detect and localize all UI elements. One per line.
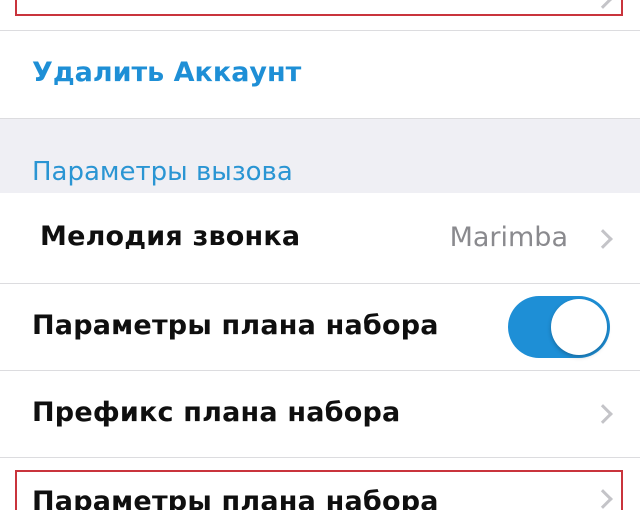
dial-plan-settings-detail-row[interactable]: Параметры плана набора	[0, 458, 640, 510]
dial-plan-prefix-row[interactable]: Префикс плана набора	[0, 371, 640, 457]
dial-plan-settings-label: Параметры плана набора	[32, 310, 439, 341]
dial-plan-settings-detail-label: Параметры плана набора	[32, 486, 439, 510]
chevron-right-icon	[593, 229, 613, 249]
dial-plan-settings-toggle[interactable]	[508, 296, 610, 358]
toggle-knob	[551, 299, 607, 355]
ringtone-row[interactable]: Мелодия звонка Marimba	[0, 193, 640, 283]
ringtone-value: Marimba	[449, 222, 568, 253]
chevron-right-icon	[593, 404, 613, 424]
ringtone-label: Мелодия звонка	[40, 221, 301, 252]
delete-account-link[interactable]: Удалить Аккаунт	[32, 57, 301, 88]
top-partial-row[interactable]	[0, 0, 640, 30]
settings-screen: Удалить Аккаунт Параметры вызова Мелодия…	[0, 0, 640, 510]
section-title: Параметры вызова	[32, 157, 293, 187]
dial-plan-prefix-label: Префикс плана набора	[32, 397, 401, 428]
top-row-highlight	[15, 0, 623, 16]
delete-account-row[interactable]: Удалить Аккаунт	[0, 31, 640, 118]
call-settings-section-header: Параметры вызова	[0, 119, 640, 193]
dial-plan-settings-row: Параметры плана набора	[0, 284, 640, 370]
